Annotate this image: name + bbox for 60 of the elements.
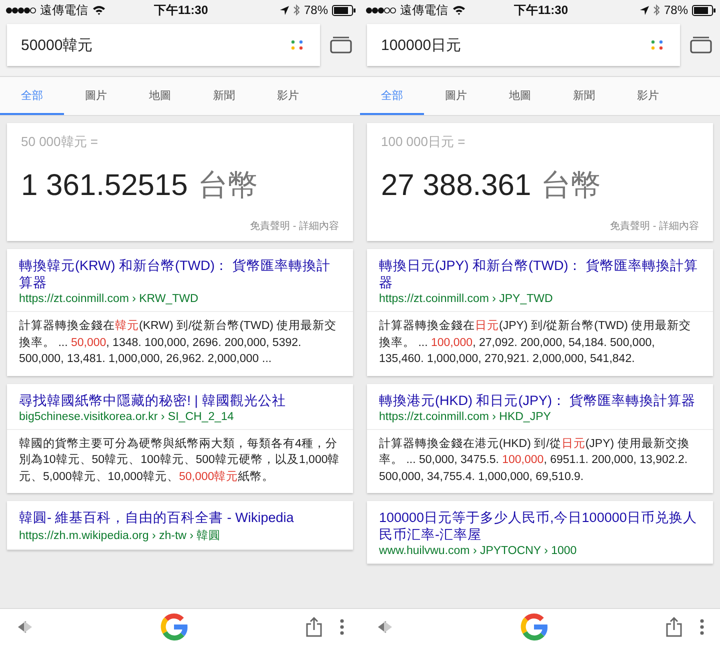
- result-title-link[interactable]: 轉換港元(HKD) 和日元(JPY)： 貨幣匯率轉換計算器: [379, 392, 701, 408]
- carrier-name: 遠傳電信: [400, 2, 448, 18]
- currency-unit: 台幣: [198, 168, 258, 204]
- result-url: www.huilvwu.com › JPYTOCNY › 1000: [379, 545, 578, 557]
- conversion-query: 50 000韓元 =: [21, 133, 99, 151]
- status-time: 下午11:30: [154, 2, 208, 18]
- battery-icon: [332, 4, 356, 16]
- result-url: https://zt.coinmill.com › JPY_TWD: [379, 293, 554, 305]
- conversion-query: 100 000日元 =: [381, 133, 466, 151]
- converted-amount: 1 361.52515: [21, 169, 188, 203]
- status-time: 下午11:30: [514, 2, 568, 18]
- more-icon[interactable]: [340, 619, 344, 635]
- result-snippet: 計算器轉換金錢在港元(HKD) 到/從 日元(JPY) 使用最新交換率。 ... 50,000, 3475.5. 100,000, 6951.1. 200,000, 13,902.2. 500,000, 34,755.4. 1,000,000, 69,510.9.: [378, 436, 690, 484]
- wifi-icon: [92, 5, 106, 15]
- result-title-link[interactable]: 尋找韓國紙幣中隱藏的秘密! | 韓國觀光公社: [19, 392, 341, 408]
- search-field[interactable]: 100000日元: [367, 24, 680, 66]
- location-arrow-icon: [640, 6, 649, 14]
- result-url: https://zh.m.wikipedia.org › zh-tw › 韓圓: [19, 528, 222, 543]
- result-title-link[interactable]: 轉換韓元(KRW) 和新台幣(TWD)： 貨幣匯率轉換計算器: [19, 257, 341, 291]
- search-tab[interactable]: 圖片: [424, 77, 488, 115]
- search-tab[interactable]: 地圖: [128, 77, 192, 115]
- battery-icon: [692, 4, 716, 16]
- result-snippet: 計算器轉換金錢在韓元(KRW) 到/從新台幣(TWD) 使用最新交換率。 ... 50,000, 1348. 100,000, 2696. 200,000, 5392. 500,000, 13,481. 1,000,000, 26,962. 2,000,000 ...: [18, 318, 338, 367]
- result-title-link[interactable]: 轉換日元(JPY) 和新台幣(TWD)： 貨幣匯率轉換計算器: [379, 257, 701, 291]
- share-icon[interactable]: [666, 617, 682, 637]
- result-snippet: 韓國的貨幣主要可分為硬幣與紙幣兩大類，每類各有4種，分別為10韓元、50韓元、100韓元、500韓元硬幣，以及1,000韓元、5,000韓元、10,000韓元、50,000韓元紙幣。: [18, 436, 341, 484]
- bluetooth-icon: [652, 4, 660, 16]
- search-tab[interactable]: 圖片: [64, 77, 128, 115]
- tabs-icon[interactable]: [690, 36, 712, 54]
- bluetooth-icon: [292, 4, 300, 16]
- voice-dots-icon: [290, 38, 304, 52]
- search-tab[interactable]: 新聞: [552, 77, 616, 115]
- location-arrow-icon: [280, 6, 289, 14]
- result-title-link[interactable]: 100000日元等于多少人民币,今日100000日币兑换人民币汇率-汇率屋: [379, 509, 701, 543]
- result-url: https://zt.coinmill.com › KRW_TWD: [19, 293, 200, 305]
- battery-percentage: 78%: [304, 3, 328, 17]
- result-title-link[interactable]: 韓圓- 維基百科，自由的百科全書 - Wikipedia: [19, 509, 341, 526]
- signal-icon: [6, 6, 36, 14]
- share-icon[interactable]: [306, 617, 322, 637]
- disclaimer-link[interactable]: 免責聲明 - 詳細內容: [250, 219, 339, 233]
- battery-percentage: 78%: [664, 3, 688, 17]
- google-logo-icon[interactable]: [520, 613, 548, 641]
- google-logo-icon[interactable]: [160, 613, 188, 641]
- wifi-icon: [452, 5, 466, 15]
- result-url: https://zt.coinmill.com › HKD_JPY: [379, 410, 552, 422]
- currency-unit: 台幣: [541, 168, 602, 204]
- carrier-name: 遠傳電信: [40, 2, 88, 18]
- search-tab[interactable]: 地圖: [488, 77, 552, 115]
- search-tab[interactable]: 影片: [616, 77, 680, 115]
- signal-icon: [366, 6, 396, 14]
- search-field[interactable]: 50000韓元: [7, 24, 320, 66]
- converted-amount: 27 388.361: [381, 169, 532, 203]
- disclaimer-link[interactable]: 免責聲明 - 詳細內容: [610, 219, 699, 233]
- result-snippet: 計算器轉換金錢在 日元(JPY) 到/從新台幣(TWD) 使用最新交換率。 ... 100,000, 27,092. 200,000, 54,184. 500,000, 135,460. 1,000,000, 270,921. 2,000,000, 541,842.: [378, 318, 692, 367]
- search-tab[interactable]: 新聞: [192, 77, 256, 115]
- result-url: big5chinese.visitkorea.or.kr › SI_CH_2_14: [19, 410, 235, 422]
- more-icon[interactable]: [700, 619, 704, 635]
- search-tab[interactable]: 影片: [256, 77, 320, 115]
- voice-dots-icon: [650, 38, 664, 52]
- tabs-icon[interactable]: [330, 36, 352, 54]
